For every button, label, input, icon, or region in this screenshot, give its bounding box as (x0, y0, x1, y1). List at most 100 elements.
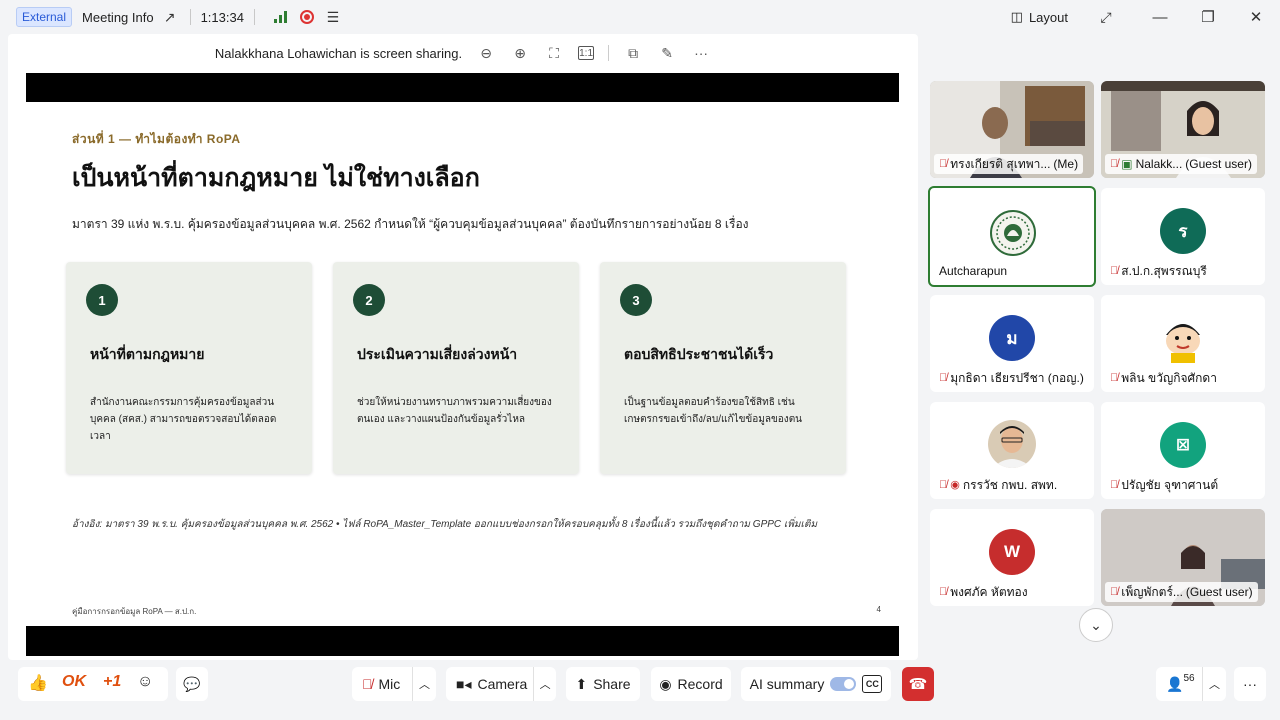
more-options-icon[interactable]: ··· (691, 43, 711, 63)
participant-tile[interactable]: 🎙̸ ◉ กรรวัช กพบ. สพท. (930, 402, 1094, 499)
thumbs-up-icon[interactable]: 👍 (28, 673, 48, 693)
ai-summary-label: AI summary (749, 676, 825, 692)
divider (189, 9, 191, 25)
slide-title: เป็นหน้าที่ตามกฎหมาย ไม่ใช่ทางเลือก (72, 164, 480, 192)
card-number: 1 (86, 284, 118, 316)
profile-photo (988, 420, 1036, 468)
participants-button[interactable]: 👤 56 ︿ (1156, 667, 1226, 701)
close-window-button[interactable]: ✕ (1232, 0, 1280, 34)
elapsed-time: 1:13:34 (200, 9, 244, 25)
divider (253, 9, 255, 25)
mic-muted-icon: 🎙̸ (1110, 372, 1119, 384)
more-options-icon: ··· (1243, 676, 1257, 692)
participant-name-label: 🎙̸ มุกธิดา เธียรปรีชา (กอญ.) (934, 368, 1089, 388)
window-controls: ◫ Layout ⤢ — ❐ ✕ (1011, 0, 1280, 34)
ai-summary-toggle[interactable] (830, 677, 857, 691)
mic-muted-icon: 🎙̸ (1110, 479, 1119, 491)
participant-tile[interactable]: 🎙̸ ทรงเกียรติ สุเทพา... (Me) (930, 81, 1094, 178)
avatar: W (989, 529, 1035, 575)
fit-screen-icon[interactable]: ⛶ (544, 43, 564, 63)
leave-meeting-button[interactable]: ☎ (902, 667, 934, 701)
plus-one-reaction-button[interactable]: +1 (103, 673, 121, 691)
mic-label: Mic (378, 676, 401, 692)
avatar: ร (1160, 208, 1206, 254)
chevron-up-icon[interactable]: ︿ (1202, 667, 1226, 701)
participant-tile[interactable]: ม 🎙̸ มุกธิดา เธียรปรีชา (กอญ.) (930, 295, 1094, 392)
chat-bubble-icon: 💬 (183, 675, 201, 692)
organization-logo-icon (990, 210, 1036, 256)
camera-icon: ■◂ (456, 675, 472, 692)
mic-muted-icon: 🎙̸ (939, 372, 948, 384)
annotate-pen-icon[interactable]: ✎ (657, 43, 677, 63)
participant-tile[interactable]: 🎙̸ เพ็ญพักตร์... (Guest user) (1101, 509, 1265, 606)
participants-count: 56 (1183, 672, 1195, 684)
ok-reaction-button[interactable]: OK (62, 673, 86, 691)
chevron-up-icon[interactable]: ︿ (412, 667, 436, 701)
share-button[interactable]: ⬆ Share (566, 667, 640, 701)
bottom-toolbar: 👍 OK +1 ☺ 💬 🎙̸ Mic ︿ ■◂ Camera ︿ ⬆ Share… (0, 660, 1280, 710)
fullscreen-icon[interactable]: ⤢ (1096, 7, 1116, 27)
participant-name-label: 🎙̸ เพ็ญพักตร์... (Guest user) (1105, 582, 1258, 602)
participant-tile[interactable]: W 🎙̸ พงศภัค หัตทอง (930, 509, 1094, 606)
layout-button[interactable]: ◫ Layout (1011, 9, 1068, 25)
participant-tile[interactable]: ร 🎙̸ ส.ป.ก.สุพรรณบุรี (1101, 188, 1265, 285)
share-screen-icon: ⬆ (575, 675, 588, 692)
participants-icon: 👤 (1166, 675, 1184, 692)
slide-footer: คู่มือการกรอกข้อมูล RoPA — ส.ป.ก. (72, 607, 197, 616)
participant-name-label: Autcharapun (934, 261, 1013, 281)
zoom-in-icon[interactable]: ⊕ (510, 43, 530, 63)
recording-icon[interactable] (297, 7, 317, 27)
cartoon-avatar-icon (1166, 324, 1200, 363)
presentation-slide: ส่วนที่ 1 — ทำไมต้องทำ RoPA เป็นหน้าที่ต… (26, 102, 899, 626)
participant-name-label: 🎙̸ ทรงเกียรติ สุเทพา... (Me) (934, 154, 1084, 174)
info-card: 3 ตอบสิทธิประชาชนได้เร็ว เป็นฐานข้อมูลตอ… (600, 262, 846, 474)
ai-summary-button[interactable]: AI summary CC (741, 667, 891, 701)
participant-tile[interactable]: 🎙̸ ▣ Nalakk... (Guest user) (1101, 81, 1265, 178)
reference-note: อ้างอิง: มาตรา 39 พ.ร.บ. คุ้มครองข้อมูลส… (72, 519, 818, 530)
meeting-app: External Meeting Info ↗ 1:13:34 ☰ ◫ Layo… (0, 0, 1280, 720)
mic-muted-icon: 🎙̸ (939, 479, 948, 491)
participant-name-label: 🎙̸ พลิน ขวัญกิจศักดา (1105, 368, 1222, 388)
card-description: สำนักงานคณะกรรมการคุ้มครองข้อมูลส่วนบุคค… (90, 397, 277, 442)
share-link-icon[interactable]: ↗ (160, 7, 180, 27)
chat-button[interactable]: 💬 (176, 667, 208, 701)
screen-share-area: Nalakkhana Lohawichan is screen sharing.… (8, 34, 918, 660)
letterbox-top (26, 73, 899, 102)
participant-tile[interactable]: 🎙̸ พลิน ขวัญกิจศักดา (1101, 295, 1265, 392)
pop-out-icon[interactable]: ⧉ (623, 43, 643, 63)
participant-name-label: 🎙̸ ▣ Nalakk... (Guest user) (1105, 154, 1257, 174)
collapse-gallery-button[interactable]: ⌄ (1079, 608, 1113, 642)
more-options-button[interactable]: ··· (1234, 667, 1266, 701)
card-description: ช่วยให้หน่วยงานทราบภาพรวมความเสี่ยงของตน… (357, 397, 552, 425)
captions-button[interactable]: CC (862, 675, 883, 693)
layout-icon: ◫ (1010, 9, 1023, 24)
emoji-icon[interactable]: ☺ (137, 673, 153, 691)
record-icon: ◉ (659, 675, 672, 692)
record-button[interactable]: ◉ Record (651, 667, 731, 701)
record-label: Record (677, 676, 723, 692)
card-title: ตอบสิทธิประชาชนได้เร็ว (624, 346, 774, 362)
maximize-button[interactable]: ❐ (1184, 0, 1232, 34)
camera-button[interactable]: ■◂ Camera ︿ (446, 667, 556, 701)
participant-name-label: 🎙̸ พงศภัค หัตทอง (934, 582, 1033, 602)
signal-icon[interactable] (271, 7, 291, 27)
participant-tile-active-speaker[interactable]: Autcharapun (928, 186, 1096, 287)
mic-muted-icon: 🎙̸ (1110, 158, 1119, 170)
share-toolbar: Nalakkhana Lohawichan is screen sharing.… (8, 34, 918, 72)
mic-muted-icon: 🎙̸ (1110, 586, 1119, 598)
external-badge: External (16, 7, 73, 27)
chevron-down-icon: ⌄ (1090, 616, 1102, 633)
original-size-icon[interactable]: 1:1 (578, 46, 595, 60)
mic-button[interactable]: 🎙̸ Mic ︿ (352, 667, 436, 701)
title-bar: External Meeting Info ↗ 1:13:34 ☰ ◫ Layo… (0, 0, 1280, 34)
info-card: 2 ประเมินความเสี่ยงล่วงหน้า ช่วยให้หน่วย… (333, 262, 579, 474)
chevron-up-icon[interactable]: ︿ (533, 667, 556, 701)
participant-tile[interactable]: ⊠ 🎙̸ ปรัญชัย จุฑาศานต์ (1101, 402, 1265, 499)
mic-muted-icon: 🎙̸ (1110, 265, 1119, 277)
card-description: เป็นฐานข้อมูลตอบคำร้องขอใช้สิทธิ เช่น เก… (624, 397, 803, 425)
zoom-out-icon[interactable]: ⊖ (476, 43, 496, 63)
menu-list-icon[interactable]: ☰ (323, 7, 343, 27)
card-number: 2 (353, 284, 385, 316)
minimize-button[interactable]: — (1136, 0, 1184, 34)
meeting-info-link[interactable]: Meeting Info (82, 10, 154, 25)
